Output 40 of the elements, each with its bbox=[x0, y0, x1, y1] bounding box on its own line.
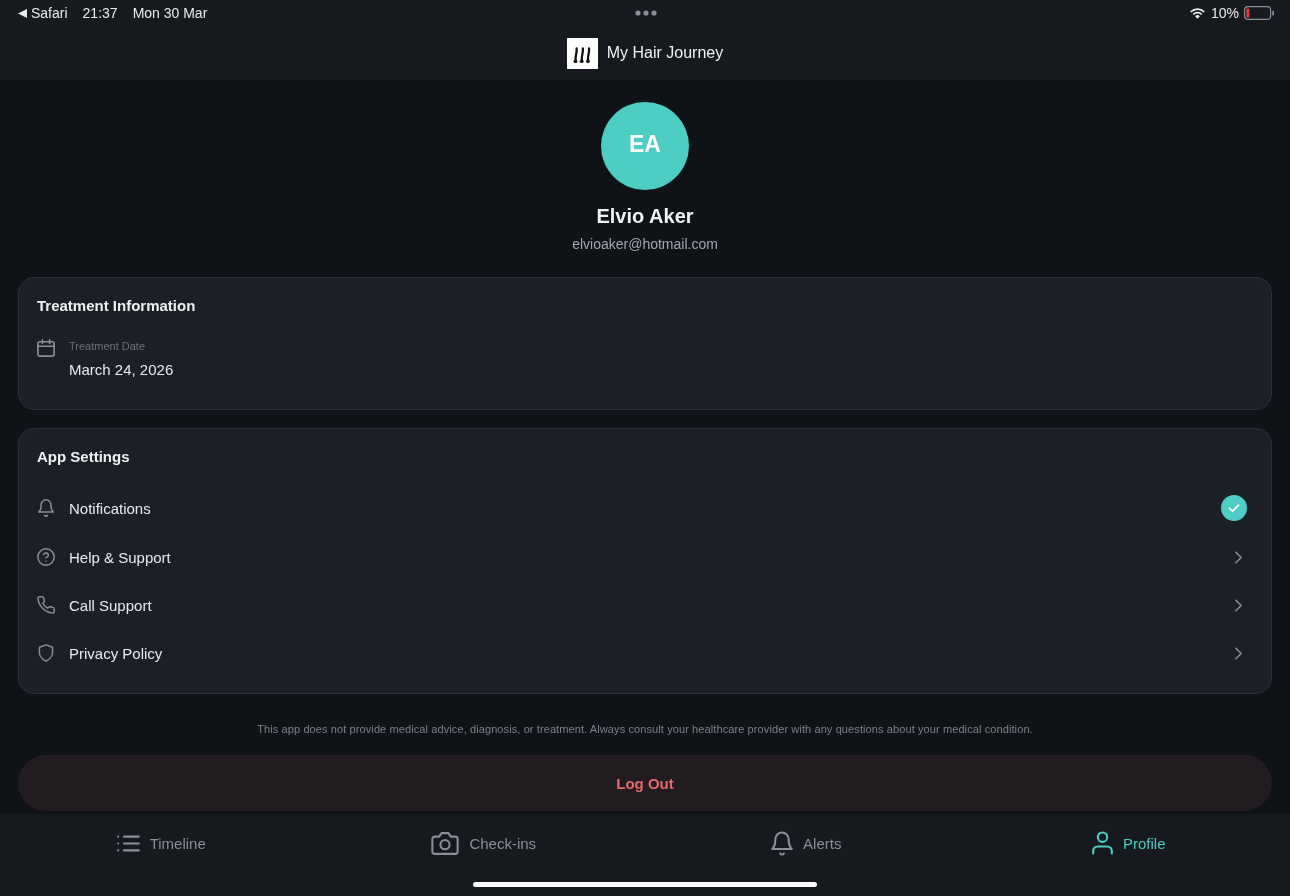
status-time: 21:37 bbox=[82, 5, 118, 21]
list-icon bbox=[116, 834, 140, 852]
settings-item[interactable]: Privacy Policy bbox=[37, 629, 1254, 677]
logout-button[interactable]: Log Out bbox=[18, 755, 1272, 811]
camera-icon bbox=[431, 831, 460, 855]
settings-item[interactable]: Notifications bbox=[37, 483, 1254, 533]
battery-icon bbox=[1244, 6, 1274, 20]
calendar-icon bbox=[37, 339, 55, 357]
back-arrow-icon[interactable] bbox=[18, 8, 27, 18]
settings-item[interactable]: Call Support bbox=[37, 581, 1254, 629]
tab[interactable]: Timeline bbox=[116, 830, 206, 856]
help-icon bbox=[37, 548, 55, 566]
card-title: Treatment Information bbox=[37, 296, 197, 316]
app-title: My Hair Journey bbox=[606, 44, 724, 62]
battery-percent: 10% bbox=[1210, 5, 1239, 21]
more-dots-icon[interactable] bbox=[635, 10, 657, 16]
user-name: Elvio Aker bbox=[596, 204, 694, 228]
logo-icon bbox=[566, 37, 598, 69]
field-label: Treatment Date bbox=[69, 339, 146, 354]
disclaimer-text: This app does not provide medical advice, diagnosis, or treatment. Always consult your healthcare provider with any questions about your medical condition. bbox=[256, 722, 1034, 737]
chevron-right-icon bbox=[1235, 646, 1242, 660]
back-app-label[interactable]: Safari bbox=[31, 5, 68, 21]
chevron-right-icon bbox=[1235, 598, 1242, 612]
field-value: March 24, 2026 bbox=[69, 360, 174, 380]
user-email: elvioaker@hotmail.com bbox=[572, 235, 718, 253]
bell-icon bbox=[771, 830, 794, 856]
tab[interactable]: Check-ins bbox=[431, 830, 537, 856]
status-date: Mon 30 Mar bbox=[132, 5, 208, 21]
tab[interactable]: Alerts bbox=[771, 830, 842, 856]
check-circle-icon[interactable] bbox=[1221, 495, 1247, 521]
phone-icon bbox=[37, 596, 55, 614]
card-title: App Settings bbox=[37, 447, 131, 467]
chevron-right-icon bbox=[1235, 550, 1242, 564]
bell-icon bbox=[37, 499, 55, 517]
shield-icon bbox=[37, 644, 55, 662]
person-icon bbox=[1092, 831, 1113, 855]
wifi-icon bbox=[1188, 7, 1206, 19]
tab[interactable]: Profile bbox=[1092, 830, 1166, 856]
settings-item[interactable]: Help & Support bbox=[37, 533, 1254, 581]
avatar: EA bbox=[601, 102, 689, 190]
